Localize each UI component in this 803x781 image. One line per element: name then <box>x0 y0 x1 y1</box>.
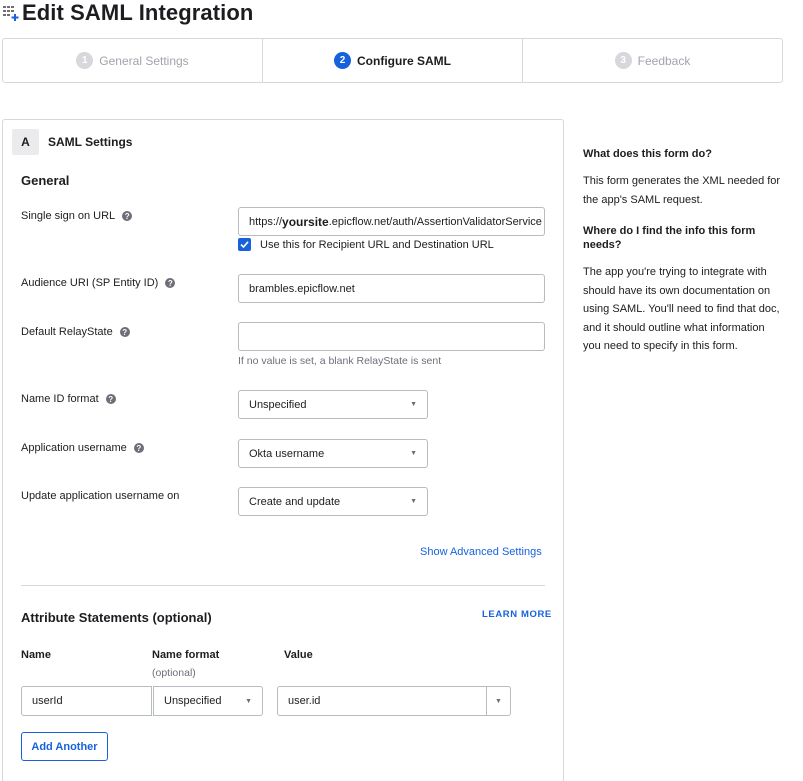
app-username-select[interactable]: Okta username ▼ <box>238 439 428 468</box>
caret-down-icon[interactable]: ▼ <box>486 687 510 715</box>
attribute-name-value: userId <box>32 695 63 707</box>
audience-uri-label-text: Audience URI (SP Entity ID) <box>21 277 159 289</box>
help-icon[interactable]: ? <box>165 278 176 288</box>
attribute-statements-heading: Attribute Statements (optional) <box>21 610 212 625</box>
audience-uri-value: brambles.epicflow.net <box>249 282 355 295</box>
attribute-name-input[interactable]: userId <box>21 686 152 716</box>
name-id-format-select[interactable]: Unspecified ▼ <box>238 390 428 419</box>
general-heading: General <box>21 173 70 188</box>
learn-more-link[interactable]: LEARN MORE <box>482 609 552 620</box>
help-icon[interactable]: ? <box>122 211 133 221</box>
app-username-label: Application username ? <box>21 442 144 454</box>
attribute-format-select[interactable]: Unspecified ▼ <box>153 686 263 716</box>
caret-down-icon: ▼ <box>410 401 417 408</box>
update-username-label: Update application username on <box>21 490 179 502</box>
audience-uri-label: Audience URI (SP Entity ID) ? <box>21 277 176 289</box>
step-label: Configure SAML <box>357 53 451 68</box>
add-another-button[interactable]: Add Another <box>21 732 108 761</box>
step-general-settings[interactable]: 1 General Settings <box>3 39 262 82</box>
update-username-select[interactable]: Create and update ▼ <box>238 487 428 516</box>
column-header-name-format: Name format <box>152 649 220 661</box>
help-icon[interactable]: ? <box>133 443 144 453</box>
help-icon[interactable]: ? <box>119 327 130 337</box>
select-value: Unspecified <box>164 695 222 707</box>
sso-url-suffix: .epicflow.net/auth/AssertionValidatorSer… <box>328 215 542 228</box>
sso-url-prefix: https:// <box>249 215 283 228</box>
relay-state-hint: If no value is set, a blank RelayState i… <box>238 355 442 367</box>
step-number: 3 <box>614 52 632 69</box>
select-value: Create and update <box>249 495 341 508</box>
column-header-value: Value <box>284 649 313 661</box>
help-question-2: Where do I find the info this form needs… <box>583 225 756 251</box>
select-value: Okta username <box>249 447 325 460</box>
step-label: General Settings <box>99 53 189 68</box>
page-header: Edit SAML Integration <box>2 0 253 26</box>
step-feedback[interactable]: 3 Feedback <box>522 39 782 82</box>
page-title: Edit SAML Integration <box>22 0 254 25</box>
column-header-optional: (optional) <box>152 667 196 679</box>
checkmark-icon <box>240 241 249 249</box>
help-sidebar: What does this form do? This form genera… <box>583 147 783 371</box>
sso-url-highlight: yoursite <box>282 214 329 229</box>
section-letter-badge: A <box>12 129 39 155</box>
recipient-checkbox-row[interactable]: Use this for Recipient URL and Destinati… <box>238 238 494 251</box>
help-question-1: What does this form do? <box>583 148 712 160</box>
show-advanced-settings-link[interactable]: Show Advanced Settings <box>420 546 542 558</box>
caret-down-icon: ▼ <box>410 498 417 505</box>
help-icon[interactable]: ? <box>105 394 116 404</box>
grid-add-icon <box>2 4 20 22</box>
relay-state-label: Default RelayState ? <box>21 326 130 338</box>
card-title: SAML Settings <box>48 135 133 149</box>
divider <box>21 585 545 586</box>
recipient-checkbox[interactable] <box>238 238 251 251</box>
select-value: Unspecified <box>249 398 307 411</box>
recipient-checkbox-label: Use this for Recipient URL and Destinati… <box>260 238 494 251</box>
help-answer-1: This form generates the XML needed for t… <box>583 175 781 206</box>
column-header-name: Name <box>21 649 51 661</box>
attribute-value-combobox[interactable]: user.id ▼ <box>277 686 511 716</box>
step-configure-saml[interactable]: 2 Configure SAML <box>262 39 522 82</box>
relay-state-label-text: Default RelayState <box>21 326 113 338</box>
sso-url-label-text: Single sign on URL <box>21 210 116 222</box>
saml-settings-card: A SAML Settings General Single sign on U… <box>2 119 564 781</box>
app-username-label-text: Application username <box>21 442 127 454</box>
sso-url-input[interactable]: https://yoursite .epicflow.net/auth/Asser… <box>238 207 545 236</box>
help-answer-2: The app you're trying to integrate with … <box>583 266 780 352</box>
attribute-value-text[interactable]: user.id <box>278 687 486 715</box>
relay-state-input[interactable] <box>238 322 545 351</box>
wizard-steps: 1 General Settings 2 Configure SAML 3 Fe… <box>2 38 783 83</box>
audience-uri-input[interactable]: brambles.epicflow.net <box>238 274 545 303</box>
caret-down-icon: ▼ <box>245 697 252 705</box>
update-username-label-text: Update application username on <box>21 490 180 502</box>
card-header: A SAML Settings <box>12 129 132 155</box>
step-label: Feedback <box>637 53 691 68</box>
name-id-format-label-text: Name ID format <box>21 393 99 405</box>
step-number: 1 <box>76 52 94 69</box>
sso-url-label: Single sign on URL ? <box>21 210 133 222</box>
step-number: 2 <box>334 52 351 69</box>
name-id-format-label: Name ID format ? <box>21 393 116 405</box>
caret-down-icon: ▼ <box>410 450 417 457</box>
